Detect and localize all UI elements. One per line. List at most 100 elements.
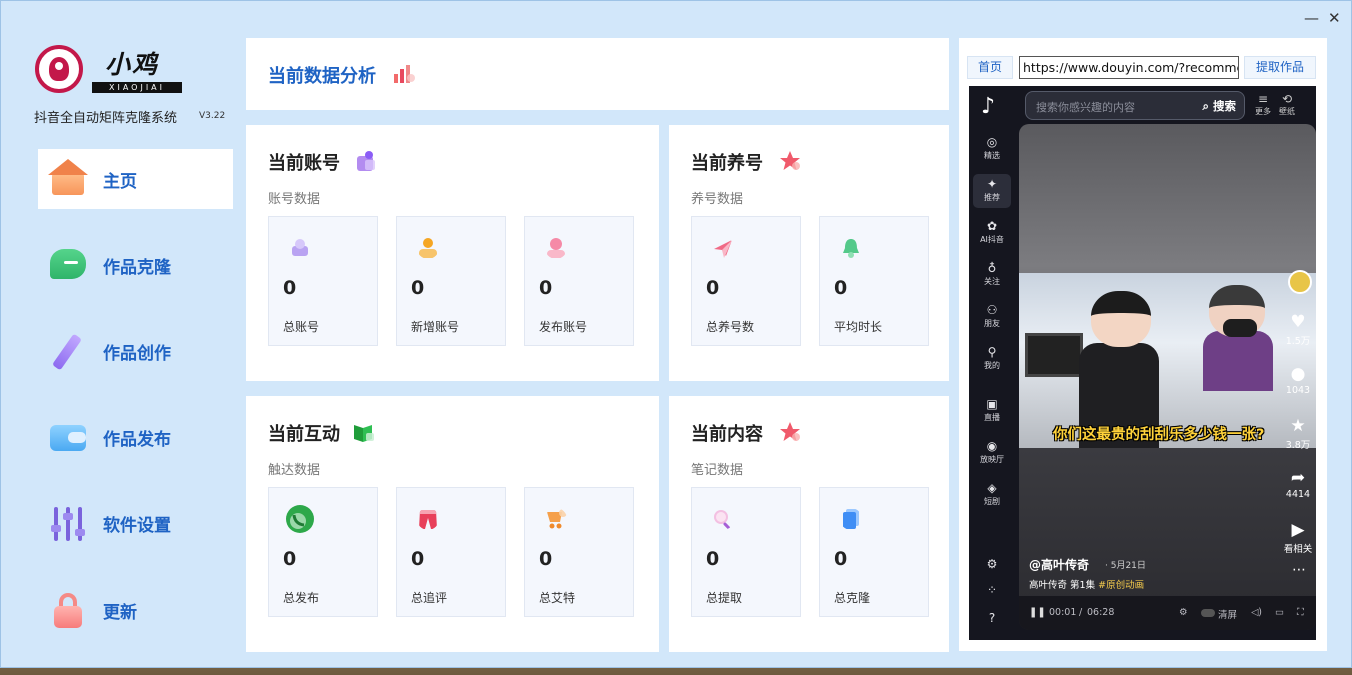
stat-card-total-nurture[interactable]: 0 总养号数 — [691, 216, 801, 346]
help-button[interactable]: ? — [973, 608, 1011, 628]
clone-card-icon — [843, 509, 859, 529]
nav-item-clone[interactable]: 作品克隆 — [38, 235, 233, 295]
side-item-featured[interactable]: ◎ 精选 — [973, 132, 1011, 166]
like-button[interactable]: ♥ 1.5万 — [1282, 311, 1314, 347]
extract-works-button[interactable]: 提取作品 — [1244, 56, 1316, 79]
stat-card-new-accounts[interactable]: 0 新增账号 — [396, 216, 506, 346]
pip-icon[interactable]: ▭ — [1275, 607, 1284, 618]
monitor-illustration — [1025, 333, 1083, 377]
comment-button[interactable]: ● 1043 — [1282, 363, 1314, 396]
side-item-label: 放映厅 — [980, 455, 1004, 464]
side-item-drama[interactable]: ◈ 短剧 — [973, 478, 1011, 512]
section-title: 当前账号 — [268, 153, 340, 174]
video-hashtag[interactable]: #原创动画 — [1098, 580, 1144, 591]
side-item-friends[interactable]: ⚇ 朋友 — [973, 300, 1011, 334]
side-item-recommend[interactable]: ✦ 推荐 — [973, 174, 1011, 208]
chat-bubble-icon — [48, 245, 92, 285]
content-panel: 当前内容 笔记数据 0 总提取 0 总克隆 — [669, 396, 949, 652]
nurture-panel: 当前养号 养号数据 0 总养号数 0 平均时长 — [669, 125, 949, 381]
sparkle-icon: ✦ — [986, 177, 998, 191]
apps-button[interactable]: ⁘ — [973, 580, 1011, 600]
browser-url-input[interactable]: https://www.douyin.com/?recommend=1 — [1019, 56, 1239, 79]
minimize-button[interactable]: — — [1304, 9, 1319, 27]
stat-card-total-followup[interactable]: 0 总追评 — [396, 487, 506, 617]
paper-plane-icon — [714, 240, 732, 258]
related-button[interactable]: ▶ 看相关 — [1282, 519, 1314, 555]
stat-label: 总发布 — [283, 591, 320, 605]
gear-icon[interactable]: ⚙ — [1179, 607, 1188, 618]
nav-item-update[interactable]: 更新 — [38, 580, 233, 640]
video-author[interactable]: @高叶传奇 — [1029, 556, 1089, 573]
side-item-live[interactable]: ▣ 直播 — [973, 394, 1011, 428]
app-version: V3.22 — [199, 111, 226, 121]
video-desc-text: 高叶传奇 第1集 — [1029, 580, 1096, 591]
nav-item-publish[interactable]: 作品发布 — [38, 407, 233, 467]
time-separator: / — [1079, 607, 1083, 618]
video-player[interactable]: 你们这最贵的刮刮乐多少钱一张? ♥ 1.5万 ● 1043 ★ 3.8万 ➦ 4414 … — [1019, 124, 1316, 630]
section-title: 当前互动 — [268, 424, 340, 445]
app-name: 抖音全自动矩阵克隆系统 — [34, 111, 178, 126]
stat-label: 总账号 — [283, 320, 320, 334]
pause-icon[interactable]: ❚❚ — [1029, 607, 1046, 618]
nav-item-label: 更新 — [103, 602, 137, 623]
nav-item-settings[interactable]: 软件设置 — [38, 493, 233, 553]
nav-item-label: 软件设置 — [103, 515, 171, 536]
nav-item-home[interactable]: 主页 — [38, 149, 233, 209]
stat-value: 0 — [283, 548, 297, 570]
phone-icon — [286, 505, 314, 533]
douyin-logo-icon[interactable]: ♪ — [981, 94, 995, 119]
stat-card-total-mention[interactable]: 0 总艾特 — [524, 487, 634, 617]
sliders-icon — [48, 503, 92, 543]
profile-icon: ⚲ — [987, 345, 997, 359]
wallpaper-label: 壁纸 — [1279, 107, 1295, 116]
more-button[interactable]: ≡ 更多 — [1255, 92, 1271, 117]
stat-value: 0 — [539, 277, 553, 299]
tv-icon: ▣ — [986, 397, 998, 411]
stat-value: 0 — [834, 277, 848, 299]
stat-card-total-clone[interactable]: 0 总克隆 — [819, 487, 929, 617]
lock-icon — [48, 590, 92, 630]
follow-icon: ♁ — [987, 261, 997, 275]
more-label: 更多 — [1255, 107, 1271, 116]
side-item-mine[interactable]: ⚲ 我的 — [973, 342, 1011, 376]
nav-item-create[interactable]: 作品创作 — [38, 321, 233, 381]
douyin-search-input[interactable]: 搜索你感兴趣的内容 ⌕ 搜索 — [1025, 91, 1245, 120]
app-window: — ✕ 小鸡 XIAOJIAI 抖音全自动矩阵克隆系统 V3.22 主页 作品克… — [0, 0, 1352, 668]
cart-icon — [547, 509, 567, 529]
volume-icon[interactable]: ◁) — [1251, 607, 1262, 618]
toggle-switch[interactable] — [1201, 609, 1215, 617]
favorite-count: 3.8万 — [1285, 440, 1311, 451]
fullscreen-icon[interactable]: ⛶ — [1297, 607, 1304, 618]
share-button[interactable]: ➦ 4414 — [1282, 467, 1314, 500]
section-title: 当前养号 — [691, 153, 763, 174]
stat-card-total-extract[interactable]: 0 总提取 — [691, 487, 801, 617]
side-item-cinema[interactable]: ◉ 放映厅 — [973, 436, 1011, 470]
browser-home-button[interactable]: 首页 — [967, 56, 1013, 79]
stat-label: 总养号数 — [706, 320, 755, 334]
stat-label: 平均时长 — [834, 320, 883, 334]
stat-label: 总艾特 — [539, 591, 576, 605]
stat-value: 0 — [411, 277, 425, 299]
user-pink-icon — [547, 238, 565, 258]
side-item-follow[interactable]: ♁ 关注 — [973, 258, 1011, 292]
stat-card-publish-accounts[interactable]: 0 发布账号 — [524, 216, 634, 346]
stat-value: 0 — [834, 548, 848, 570]
wallpaper-button[interactable]: ⟲ 壁纸 — [1279, 92, 1295, 117]
stat-card-total-accounts[interactable]: 0 总账号 — [268, 216, 378, 346]
interaction-panel: 当前互动 触达数据 0 总发布 0 总追评 0 总艾特 — [246, 396, 659, 652]
author-avatar[interactable] — [1288, 270, 1312, 294]
friends-icon: ⚇ — [986, 303, 998, 317]
share-icon: ➦ — [1290, 468, 1306, 488]
more-options-icon[interactable]: ⋯ — [1292, 562, 1306, 578]
stat-label: 新增账号 — [411, 320, 460, 334]
stat-card-total-publish[interactable]: 0 总发布 — [268, 487, 378, 617]
stat-card-avg-duration[interactable]: 0 平均时长 — [819, 216, 929, 346]
nav-item-label: 作品克隆 — [103, 257, 171, 278]
gear-icon: ⚙ — [986, 557, 998, 571]
douyin-search-button[interactable]: ⌕ 搜索 — [1203, 98, 1236, 114]
side-item-ai[interactable]: ✿ AI抖音 — [973, 216, 1011, 250]
book-icon — [354, 425, 374, 442]
close-button[interactable]: ✕ — [1328, 9, 1341, 27]
settings-gear-button[interactable]: ⚙ — [973, 554, 1011, 574]
favorite-button[interactable]: ★ 3.8万 — [1282, 415, 1314, 451]
